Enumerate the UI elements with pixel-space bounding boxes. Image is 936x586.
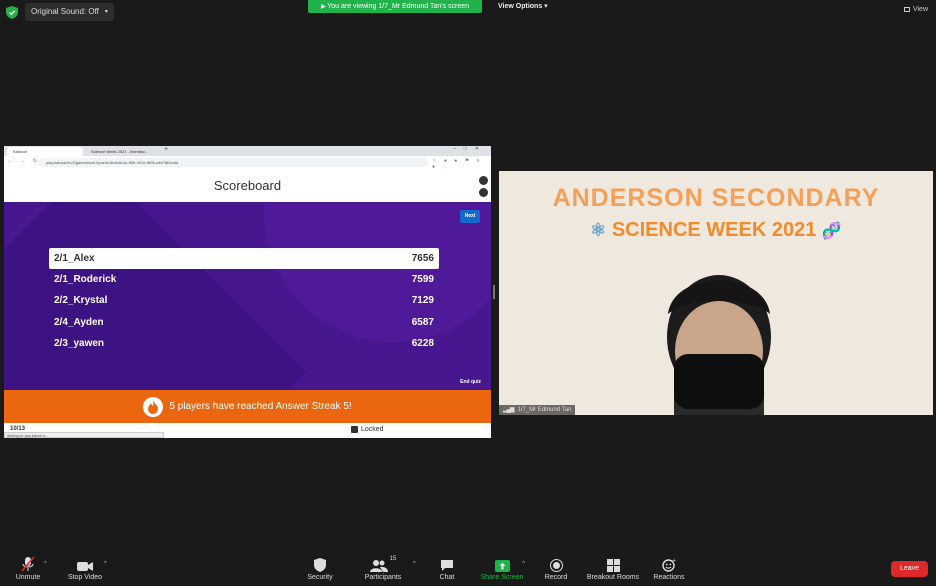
chevron-up-icon[interactable]: ^ [44,561,47,567]
player-score: 6228 [411,338,434,349]
video-banner-title: ANDERSON SECONDARY [552,184,880,212]
streak-message: 5 players have reached Answer Streak 5! [169,401,352,412]
player-name: 2/3_yawen [54,338,105,349]
stop-video-button[interactable]: Stop Video [50,556,120,581]
shared-screen: Kahoot! Science Week 2021 - Interdisc...… [4,146,491,438]
player-score: 7656 [411,253,434,264]
shield-icon[interactable] [6,6,18,19]
browser-tab[interactable]: Science Week 2021 - Interdisc... [85,147,161,156]
reactions-icon: + [634,556,704,572]
player-name: 2/1_Alex [54,253,95,264]
browser-tab-bar: Kahoot! Science Week 2021 - Interdisc...… [4,146,491,156]
shield-icon [285,556,355,572]
scoreboard-panel: Next 2/1_Alex 7656 2/1_Roderick 7599 2/2… [4,202,491,390]
svg-text:+: + [672,558,676,564]
reactions-button[interactable]: + Reactions [634,556,704,581]
record-label: Record [544,574,568,581]
player-name: 2/2_Krystal [54,295,108,306]
video-camera-icon [50,556,120,572]
chevron-down-icon: ▾ [544,3,548,10]
player-name: 2/1_Roderick [54,274,117,285]
chevron-down-icon: ▾ [104,9,108,15]
view-options-label: View Options [498,3,543,10]
quiz-footer: 10/13 Waiting for play.kahoot.it... Lock… [4,423,491,438]
video-banner-subtitle: ⚛ SCIENCE WEEK 2021 🧬 [499,219,933,242]
leaderboard-row: 2/1_Roderick 7599 [49,269,439,290]
share-screen-label: Share Screen [480,574,524,581]
chat-label: Chat [439,574,455,581]
locked-label: Locked [361,426,384,433]
view-options-button[interactable]: View Options ▾ [498,1,548,13]
url-text: play.kahoot.it/v2/gameblock?quizId=8e0c6… [46,160,179,165]
fullscreen-icon[interactable] [479,176,488,185]
participants-button[interactable]: 15 Participants [348,556,418,581]
atom-icon: ⚛ [590,220,607,240]
new-tab-icon[interactable]: + [164,146,168,153]
chevron-up-icon[interactable]: ^ [104,561,107,567]
split-view-handle[interactable] [493,285,495,299]
participant-name-tag: ▂▄▆ 1/7_Mr Edmund Tan [499,405,576,415]
tab-label: Kahoot! [13,149,27,154]
scoreboard-header: Scoreboard [4,170,491,202]
flame-icon [143,396,164,417]
nav-buttons-icon[interactable]: ← → ↻ [8,158,40,164]
end-quiz-button[interactable]: End quiz [460,379,481,385]
viewing-banner: ▶ You are viewing 1/7_Mr Edmund Tan's sc… [308,0,482,13]
original-sound-label: Original Sound: Off [31,7,99,16]
player-score: 6587 [411,317,434,328]
scoreboard-title: Scoreboard [213,178,282,193]
view-button[interactable]: View [903,6,928,13]
leaderboard-row: 2/2_Krystal 7129 [49,290,439,311]
view-label: View [912,6,928,13]
settings-icon[interactable] [479,188,488,197]
security-button[interactable]: Security [285,556,355,581]
breakout-rooms-label: Breakout Rooms [586,574,640,581]
grid-view-icon [903,7,910,12]
signal-icon: ▂▄▆ [503,407,515,413]
player-score: 7129 [411,295,434,306]
extensions-icon[interactable]: ☆ ● ● ⚑ ≡ ● ⋮ [432,158,491,170]
leave-button[interactable]: Leave [891,561,928,577]
browser-status: Waiting for play.kahoot.it... [4,432,164,438]
window-controls[interactable]: –□✕ [453,146,487,152]
participant-image [667,275,771,415]
viewing-banner-text: You are viewing 1/7_Mr Edmund Tan's scre… [327,3,470,10]
lock-icon [351,426,358,433]
unmute-label: Unmute [15,574,41,581]
participant-video: ANDERSON SECONDARY ⚛ SCIENCE WEEK 2021 🧬… [499,171,933,415]
address-bar-row: ← → ↻ play.kahoot.it/v2/gameblock?quizId… [4,156,491,171]
participants-icon: 15 [348,556,418,572]
leaderboard-row: 2/1_Alex 7656 [49,248,439,269]
player-score: 7599 [411,274,434,285]
original-sound-toggle[interactable]: Original Sound: Off ▾ [25,3,114,21]
participants-count: 15 [389,556,397,562]
security-label: Security [307,574,333,581]
url-field[interactable]: play.kahoot.it/v2/gameblock?quizId=8e0c6… [38,158,428,167]
player-name: 2/4_Ayden [54,317,104,328]
leaderboard-row: 2/4_Ayden 6587 [49,312,439,333]
answer-streak-banner: 5 players have reached Answer Streak 5! [4,390,491,423]
next-button[interactable]: Next [460,210,480,223]
reactions-label: Reactions [653,574,685,581]
video-banner-subtitle-text: SCIENCE WEEK 2021 [611,219,817,241]
stop-video-label: Stop Video [67,574,103,581]
locked-indicator[interactable]: Locked [351,426,384,433]
leaderboard-row: 2/3_yawen 6228 [49,333,439,354]
dna-icon: 🧬 [821,223,842,240]
participant-name: 1/7_Mr Edmund Tan [517,407,572,413]
tab-label: Science Week 2021 - Interdisc... [91,149,149,154]
browser-status-text: Waiting for play.kahoot.it... [7,434,48,438]
participants-label: Participants [364,574,402,581]
browser-tab[interactable]: Kahoot! [7,147,83,156]
